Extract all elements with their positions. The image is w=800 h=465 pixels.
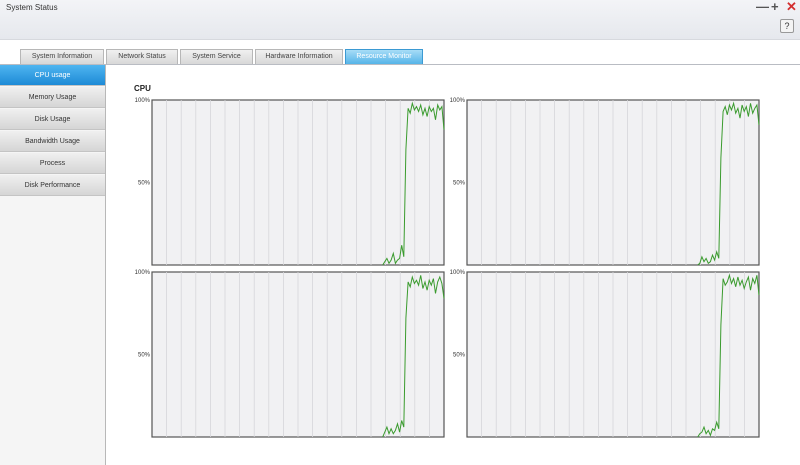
sidebar-item-process[interactable]: Process — [0, 153, 105, 174]
cpu-chart-3: 100% 50% — [132, 269, 452, 441]
cpu-chart-4: 100% 50% — [447, 269, 767, 441]
tab-hardware-information[interactable]: Hardware Information — [255, 49, 343, 64]
cpu-chart-1-svg: 100% 50% — [135, 98, 445, 266]
sidebar-item-bandwidth-usage[interactable]: Bandwidth Usage — [0, 131, 105, 152]
y-tick-label: 100% — [450, 270, 466, 276]
cpu-chart-1: 100% 50% — [132, 97, 452, 269]
title-bar: System Status — + ✕ ? — [0, 0, 800, 40]
sidebar: CPU usage Memory Usage Disk Usage Bandwi… — [0, 65, 106, 465]
tab-system-service[interactable]: System Service — [180, 49, 253, 64]
close-icon[interactable]: ✕ — [786, 0, 797, 13]
tab-bar: System Information Network Status System… — [20, 49, 423, 64]
tab-divider — [0, 64, 800, 65]
tab-system-information[interactable]: System Information — [20, 49, 104, 64]
sidebar-item-memory-usage[interactable]: Memory Usage — [0, 87, 105, 108]
cpu-chart-4-svg: 100% 50% — [450, 270, 760, 438]
tab-resource-monitor[interactable]: Resource Monitor — [345, 49, 423, 64]
y-tick-label: 50% — [453, 353, 466, 359]
cpu-chart-2-svg: 100% 50% — [450, 98, 760, 266]
maximize-icon[interactable]: + — [771, 0, 779, 13]
y-tick-label: 100% — [450, 98, 466, 104]
minimize-icon[interactable]: — — [756, 0, 769, 13]
y-tick-label: 50% — [138, 181, 151, 187]
sidebar-item-disk-usage[interactable]: Disk Usage — [0, 109, 105, 130]
window-title: System Status — [6, 3, 58, 12]
y-tick-label: 100% — [135, 270, 151, 276]
sidebar-item-cpu-usage[interactable]: CPU usage — [0, 65, 105, 86]
section-title: CPU — [134, 84, 151, 93]
y-tick-label: 50% — [138, 353, 151, 359]
tab-network-status[interactable]: Network Status — [106, 49, 178, 64]
help-button[interactable]: ? — [780, 19, 794, 33]
y-tick-label: 50% — [453, 181, 466, 187]
cpu-chart-2: 100% 50% — [447, 97, 767, 269]
cpu-chart-3-svg: 100% 50% — [135, 270, 445, 438]
y-tick-label: 100% — [135, 98, 151, 104]
sidebar-item-disk-performance[interactable]: Disk Performance — [0, 175, 105, 196]
